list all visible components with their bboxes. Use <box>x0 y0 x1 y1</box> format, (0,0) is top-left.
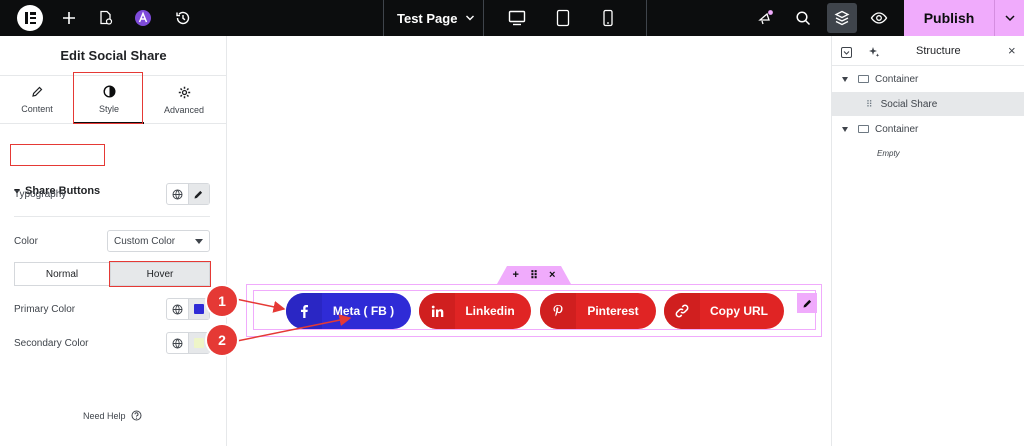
style-tab-highlight <box>73 72 143 124</box>
site-settings-icon[interactable] <box>131 6 155 30</box>
color-type-select[interactable]: Custom Color <box>107 230 210 252</box>
structure-item-container[interactable]: Container <box>832 117 1024 141</box>
share-button-pinterest[interactable]: Pinterest <box>540 293 656 329</box>
publish-button[interactable]: Publish <box>904 0 994 36</box>
primary-color-control <box>166 298 210 320</box>
elementor-logo-icon[interactable] <box>17 5 43 31</box>
edit-widget-icon[interactable] <box>797 293 817 313</box>
structure-item-empty: Empty <box>832 141 1024 165</box>
share-label: Linkedin <box>465 304 515 318</box>
hover-tab-highlight <box>109 261 211 287</box>
link-icon <box>664 293 700 329</box>
global-icon[interactable] <box>167 184 188 204</box>
color-select-value: Custom Color <box>114 235 176 247</box>
structure-layers-icon[interactable] <box>830 6 854 30</box>
annotation-marker-1: 1 <box>207 286 237 316</box>
tab-content-label: Content <box>21 104 53 114</box>
history-icon[interactable] <box>171 6 195 30</box>
help-circle-icon <box>131 410 142 421</box>
separator <box>646 0 647 36</box>
container-handles: + ⠿ × <box>497 266 571 284</box>
structure-item-label: Empty <box>877 148 900 158</box>
container-icon <box>858 125 869 133</box>
pinterest-icon <box>540 293 576 329</box>
editor-canvas <box>228 36 831 446</box>
pencil-icon <box>32 86 43 97</box>
section-highlight <box>10 144 105 166</box>
structure-panel: Structure × Container ⠿ Social Share Con… <box>831 36 1024 446</box>
share-label: Meta ( FB ) <box>332 304 395 318</box>
desktop-view-icon[interactable] <box>505 6 529 30</box>
typography-control <box>166 183 210 205</box>
tablet-view-icon[interactable] <box>551 6 575 30</box>
edit-typography-icon[interactable] <box>187 184 209 204</box>
share-button-linkedin[interactable]: Linkedin <box>419 293 531 329</box>
close-icon[interactable]: × <box>549 269 555 281</box>
tab-advanced[interactable]: Advanced <box>149 76 219 124</box>
ai-sparkle-icon[interactable] <box>868 45 880 63</box>
gear-icon <box>178 86 190 98</box>
separator <box>383 0 384 36</box>
secondary-color-control <box>166 332 210 354</box>
secondary-color-swatch[interactable] <box>187 333 209 353</box>
panel-title: Edit Social Share <box>0 36 227 76</box>
structure-item-label: Social Share <box>880 98 938 110</box>
container-icon <box>858 75 869 83</box>
notifications-icon[interactable] <box>754 6 778 30</box>
facebook-icon <box>286 293 322 329</box>
add-icon[interactable]: + <box>513 269 519 281</box>
close-icon[interactable]: × <box>1008 43 1016 58</box>
caret-down-icon <box>842 76 848 82</box>
page-title-dropdown[interactable]: Test Page <box>397 0 475 36</box>
mobile-view-icon[interactable] <box>596 6 620 30</box>
color-label: Color <box>14 236 38 247</box>
preview-eye-icon[interactable] <box>867 6 891 30</box>
structure-item-social-share[interactable]: ⠿ Social Share <box>832 92 1024 116</box>
state-tab-normal[interactable]: Normal <box>14 262 110 286</box>
tab-advanced-label: Advanced <box>163 104 205 115</box>
separator <box>483 0 484 36</box>
structure-title: Structure <box>916 45 961 57</box>
add-element-icon[interactable] <box>57 6 81 30</box>
global-icon[interactable] <box>167 299 188 319</box>
divider <box>14 216 210 217</box>
chevron-down-icon <box>1004 15 1015 22</box>
structure-item-label: Container <box>875 123 919 135</box>
primary-color-label: Primary Color <box>14 304 76 315</box>
primary-color-swatch[interactable] <box>187 299 209 319</box>
widget-grid-icon: ⠿ <box>866 98 873 109</box>
structure-item-label: Container <box>875 73 919 85</box>
editor-panel: Edit Social Share Content Style Advanced… <box>0 36 227 446</box>
top-bar: Test Page Publish <box>0 0 1024 36</box>
secondary-color-label: Secondary Color <box>14 338 89 349</box>
structure-header: Structure × <box>832 36 1024 66</box>
tab-content[interactable]: Content <box>2 76 72 124</box>
chevron-down-icon <box>466 15 475 21</box>
annotation-marker-2: 2 <box>207 325 237 355</box>
collapse-all-icon[interactable] <box>841 45 852 63</box>
global-icon[interactable] <box>167 333 188 353</box>
drag-handle-icon[interactable]: ⠿ <box>530 269 538 282</box>
share-label: Copy URL <box>710 304 768 318</box>
search-icon[interactable] <box>791 6 815 30</box>
share-button-copy-url[interactable]: Copy URL <box>664 293 784 329</box>
page-settings-icon[interactable] <box>94 6 118 30</box>
color-swatch <box>193 304 204 314</box>
need-help-label: Need Help <box>83 410 126 421</box>
linkedin-icon <box>419 293 455 329</box>
page-title: Test Page <box>397 10 458 26</box>
color-swatch <box>193 338 204 348</box>
caret-down-icon <box>842 126 848 132</box>
need-help-link[interactable]: Need Help <box>83 410 142 421</box>
publish-options-button[interactable] <box>994 0 1024 36</box>
structure-item-container[interactable]: Container <box>832 67 1024 91</box>
share-label: Pinterest <box>587 304 639 318</box>
typography-label: Typography <box>14 189 67 200</box>
chevron-down-icon <box>195 239 203 244</box>
share-button-facebook[interactable]: Meta ( FB ) <box>286 293 411 329</box>
